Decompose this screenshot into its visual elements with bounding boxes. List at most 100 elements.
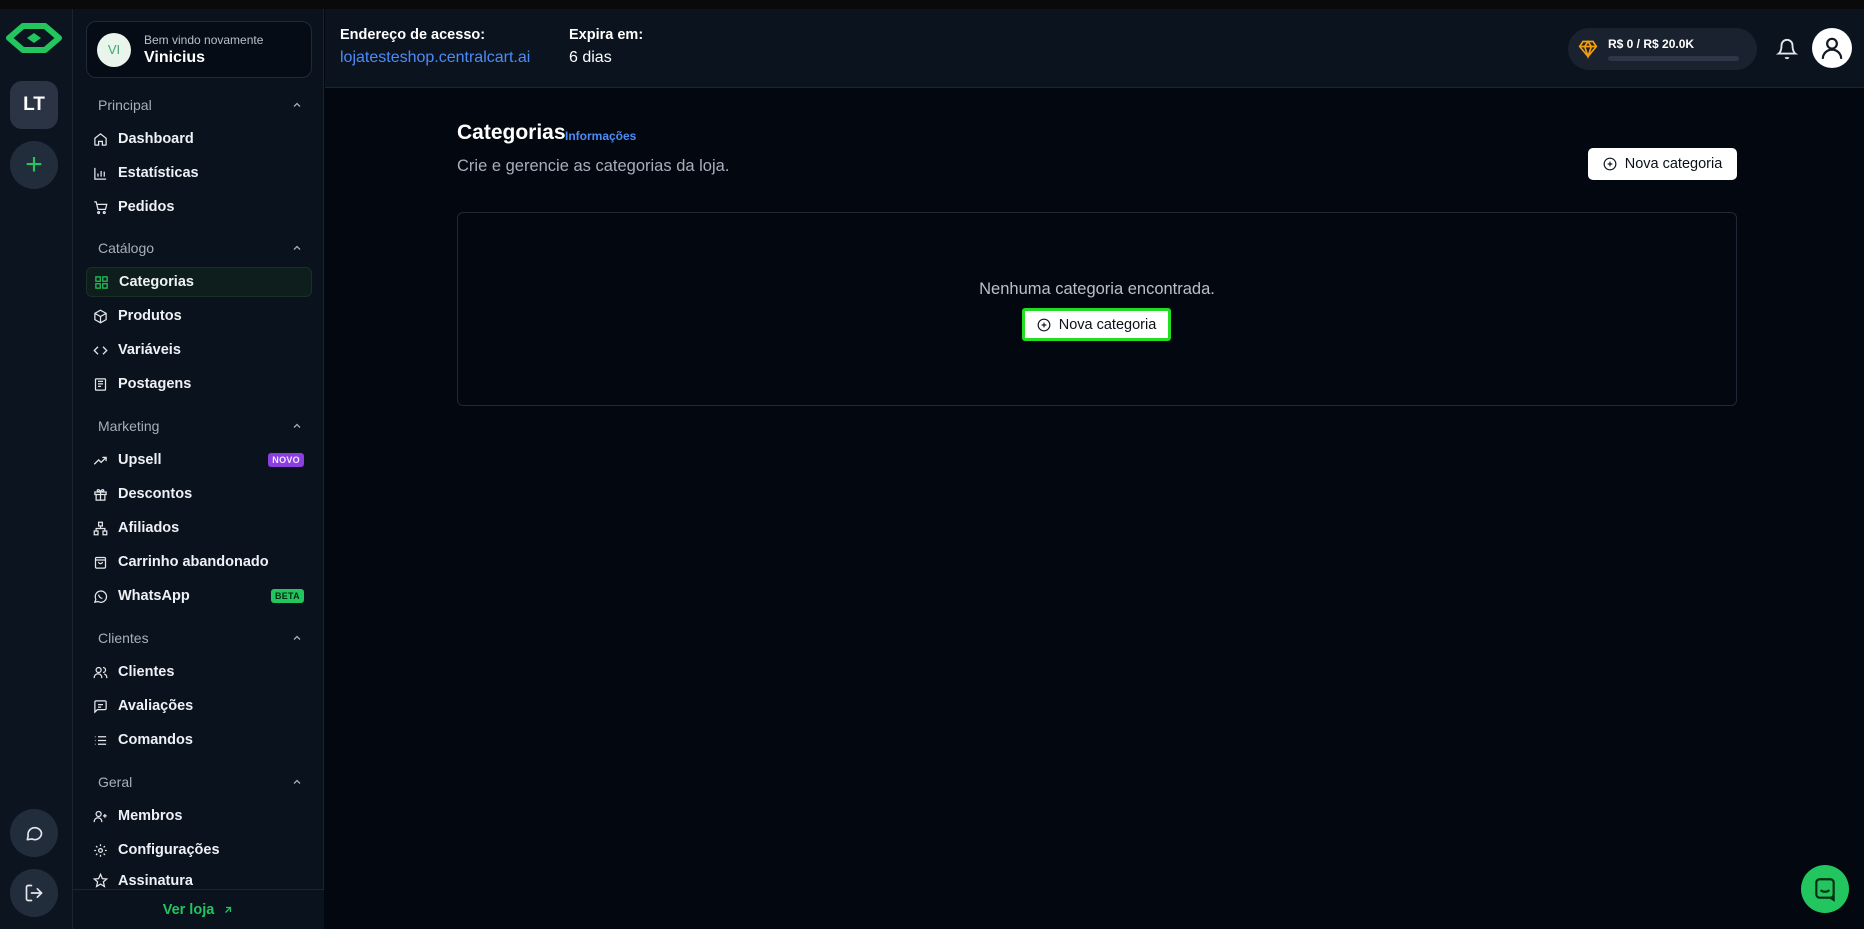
sidebar-item-produtos[interactable]: Produtos [86,301,312,331]
sidebar-item-clientes[interactable]: Clientes [86,657,312,687]
sidebar-item-label: WhatsApp [118,588,190,604]
user-avatar-button[interactable] [1812,28,1852,68]
section-title: Catálogo [98,240,155,256]
box-icon [94,309,107,323]
sidebar-item-categorias[interactable]: Categorias [86,267,312,297]
user-icon [1821,37,1843,59]
button-label: Nova categoria [1058,316,1157,333]
home-icon [94,132,107,146]
sidebar-item-label: Dashboard [118,131,194,147]
chat-bubble-icon [1815,878,1835,902]
view-store-label: Ver loja [162,901,215,918]
plus-circle-icon [1037,318,1051,331]
section-header-geral[interactable]: Geral [98,772,303,792]
sidebar-item-label: Categorias [119,274,194,290]
gear-icon [94,843,107,857]
sidebar-item-label: Carrinho abandonado [118,554,269,570]
sidebar-item-label: Variáveis [118,342,181,358]
sidebar-item-descontos[interactable]: Descontos [86,479,312,509]
sidebar-item-label: Assinatura [118,873,193,889]
welcome-text: Bem vindo novamente [144,32,264,47]
empty-state-text: Nenhuma categoria encontrada. [979,280,1215,298]
sidebar: VI Bem vindo novamente Vinicius Principa… [73,9,324,929]
sidebar-item-label: Clientes [118,664,175,680]
sidebar-item-label: Descontos [118,486,193,502]
revenue-progress-bar [1608,56,1739,61]
section-header-principal[interactable]: Principal [98,95,303,115]
button-label: Nova categoria [1624,156,1723,172]
sidebar-item-configuracoes[interactable]: Configurações [86,835,312,865]
sidebar-item-label: Postagens [118,376,192,392]
sidebar-item-estatisticas[interactable]: Estatísticas [86,158,312,188]
logout-icon [25,884,43,902]
sidebar-item-afiliados[interactable]: Afiliados [86,513,312,543]
page-title: Categorias [457,121,566,144]
newspaper-icon [94,377,107,391]
new-badge: NOVO [268,453,304,467]
sidebar-item-pedidos[interactable]: Pedidos [86,192,312,222]
address-link[interactable]: lojatesteshop.centralcart.ai [340,49,530,67]
sidebar-item-assinatura[interactable]: Assinatura [86,869,312,889]
sidebar-item-whatsapp[interactable]: WhatsApp BETA [86,581,312,611]
section-title: Principal [98,97,152,113]
list-icon [94,735,107,745]
sidebar-item-label: Afiliados [118,520,180,536]
section-title: Geral [98,774,133,790]
expires-label: Expira em: [569,27,644,43]
revenue-text: R$ 0 / R$ 20.0K [1608,37,1695,51]
sidebar-item-carrinho-abandonado[interactable]: Carrinho abandonado [86,547,312,577]
users-icon [93,666,108,678]
chevron-up-icon [293,423,301,428]
revenue-widget[interactable]: R$ 0 / R$ 20.0K [1568,28,1757,70]
sidebar-item-postagens[interactable]: Postagens [86,369,312,399]
sidebar-item-avaliacoes[interactable]: Avaliações [86,691,312,721]
whatsapp-icon [93,589,108,603]
bell-icon[interactable] [1776,38,1798,60]
sidebar-item-membros[interactable]: Membros [86,801,312,831]
sidebar-item-label: Produtos [118,308,182,324]
add-store-button[interactable]: + [10,141,58,189]
external-arrow-icon [225,906,232,913]
trending-up-icon [93,456,107,465]
section-title: Clientes [98,630,149,646]
store-switch-button[interactable]: LT [10,81,58,129]
sidebar-item-upsell[interactable]: Upsell NOVO [86,445,312,475]
sidebar-item-comandos[interactable]: Comandos [86,725,312,755]
app-rail: LT + [0,9,73,929]
page-subtitle: Crie e gerencie as categorias da loja. [457,157,730,175]
gift-icon [94,488,107,501]
star-icon [93,873,108,888]
sidebar-item-label: Configurações [118,842,220,858]
avatar: VI [97,32,131,67]
section-header-clientes[interactable]: Clientes [98,628,303,648]
support-chat-button[interactable] [10,809,58,857]
logout-button[interactable] [10,869,58,917]
cart-icon [94,200,108,214]
sidebar-item-variaveis[interactable]: Variáveis [86,335,312,365]
expires-value: 6 dias [569,49,612,66]
grid-icon [95,275,108,289]
new-category-button[interactable]: Nova categoria [1588,148,1737,180]
empty-new-category-button[interactable]: Nova categoria [1022,308,1171,341]
welcome-card[interactable]: VI Bem vindo novamente Vinicius [86,21,312,78]
top-strip [0,0,1864,9]
sidebar-item-dashboard[interactable]: Dashboard [86,124,312,154]
support-chat-fab[interactable] [1801,865,1849,913]
view-store-link[interactable]: Ver loja [73,889,324,929]
network-icon [93,521,108,535]
section-header-catalogo[interactable]: Catálogo [98,238,303,258]
logo-icon[interactable] [5,21,63,55]
section-header-marketing[interactable]: Marketing [98,416,303,436]
sidebar-item-label: Comandos [118,732,193,748]
diamond-icon [1578,39,1598,59]
chevron-up-icon [293,779,301,784]
chat-icon [26,826,43,841]
info-link[interactable]: Informações [565,129,636,143]
sidebar-item-label: Pedidos [118,199,175,215]
address-label: Endereço de acesso: [340,27,486,43]
code-icon [93,345,108,355]
sidebar-item-label: Membros [118,808,183,824]
user-name: Vinicius [144,48,206,66]
message-square-icon [94,699,107,714]
sidebar-item-label: Upsell [118,452,162,468]
